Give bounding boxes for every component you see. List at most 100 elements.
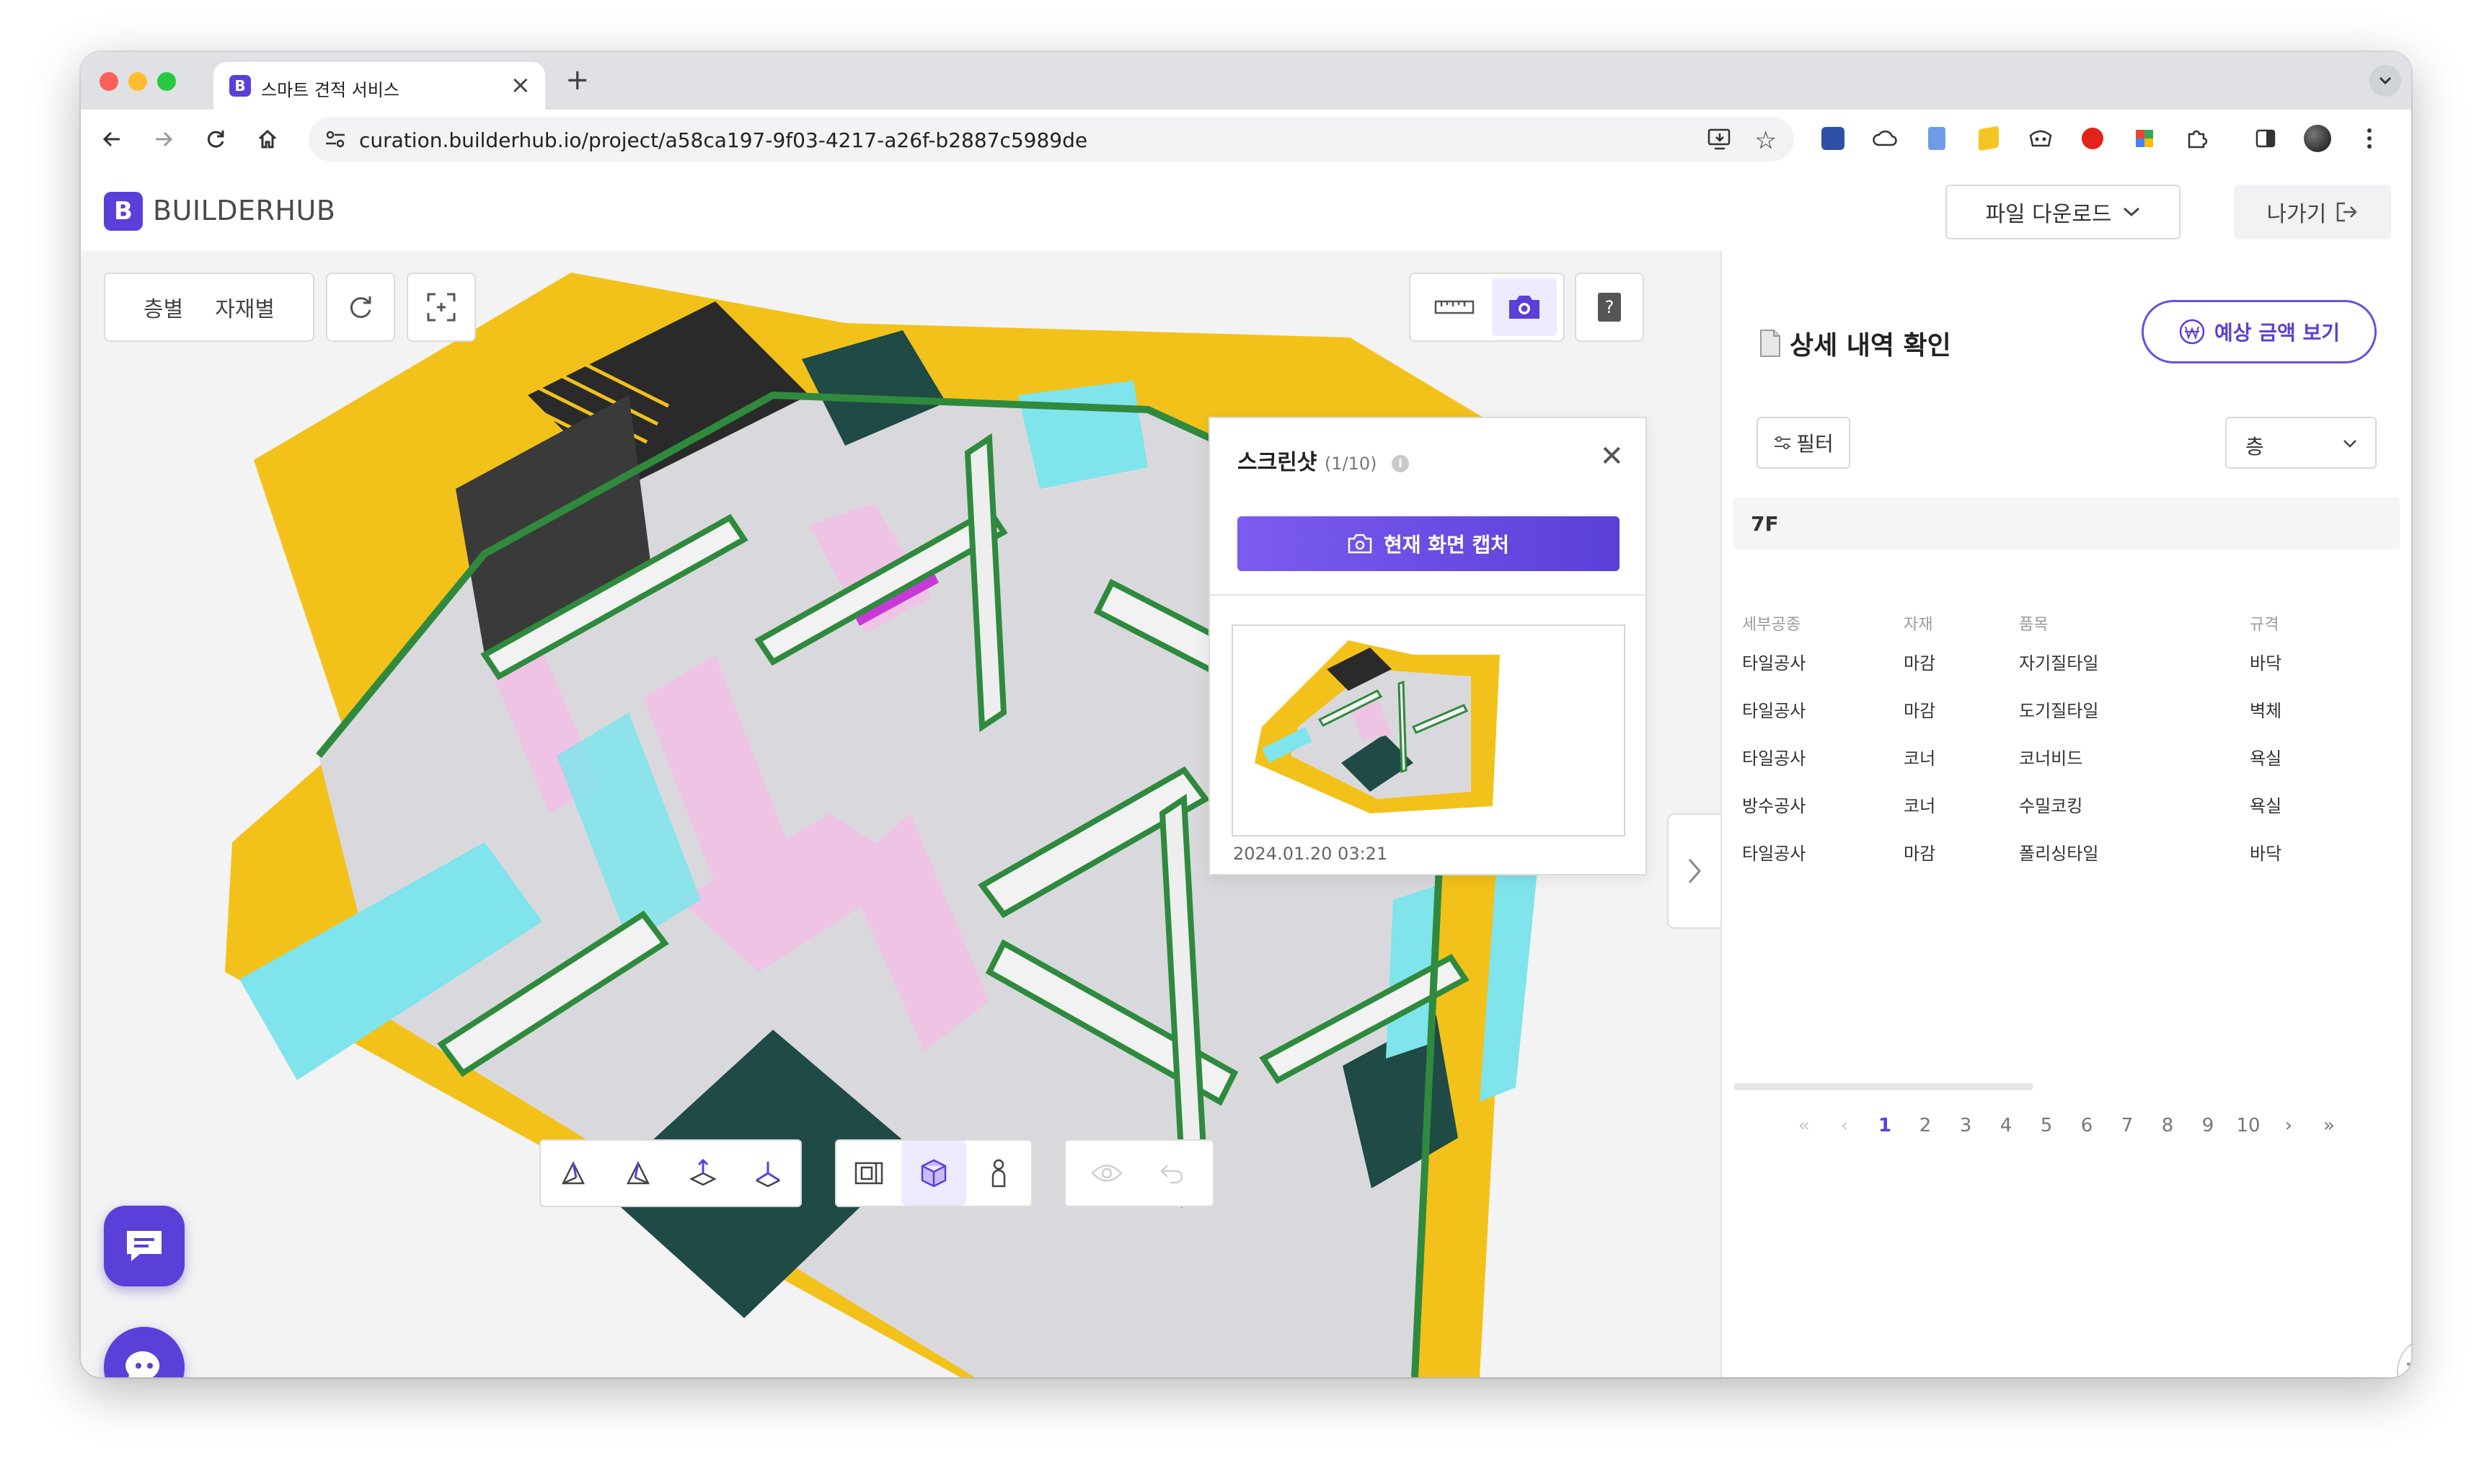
page-9-button[interactable]: 9	[2188, 1115, 2228, 1136]
bookmark-star-icon[interactable]: ☆	[1755, 126, 1777, 155]
measure-capture-group	[1409, 273, 1565, 342]
ruler-button[interactable]	[1417, 275, 1492, 340]
extension-7-icon[interactable]	[2130, 124, 2159, 153]
site-info-icon[interactable]	[324, 129, 346, 152]
page-5-button[interactable]: 5	[2026, 1115, 2067, 1136]
detail-title: 상세 내역 확인	[1758, 324, 1951, 362]
extension-3-icon[interactable]	[1922, 124, 1951, 153]
app-header: B BUILDERHUB 파일 다운로드 나가기	[81, 170, 2411, 252]
last-page-button[interactable]: »	[2309, 1115, 2349, 1136]
page-10-button[interactable]: 10	[2228, 1115, 2268, 1136]
filter-button[interactable]: 필터	[1757, 417, 1850, 469]
next-page-button[interactable]: ›	[2268, 1115, 2309, 1136]
extension-4-icon[interactable]	[1974, 124, 2003, 153]
horizontal-scrollbar[interactable]	[1733, 1083, 2033, 1090]
floor-select[interactable]: 층	[2225, 417, 2377, 469]
table-cell: 자기질타일	[2019, 653, 2099, 673]
floor-select-value: 층	[2245, 435, 2264, 459]
filter-label: 필터	[1796, 432, 1834, 456]
column-header: 규격	[2250, 616, 2279, 634]
file-download-button[interactable]: 파일 다운로드	[1945, 185, 2180, 239]
view-right-icon[interactable]	[606, 1141, 671, 1206]
browser-tab[interactable]: B 스마트 견적 서비스 ×	[213, 62, 545, 110]
chevron-down-icon	[2343, 440, 2356, 448]
solid-view-icon[interactable]	[901, 1141, 966, 1206]
eye-icon[interactable]	[1074, 1141, 1139, 1206]
profile-avatar-icon[interactable]	[2303, 124, 2332, 153]
table-cell: 벽체	[2250, 700, 2282, 721]
first-page-button[interactable]: «	[1784, 1115, 1824, 1136]
view-left-icon[interactable]	[541, 1141, 606, 1206]
undo-icon[interactable]	[1139, 1141, 1204, 1206]
page-7-button[interactable]: 7	[2107, 1115, 2147, 1136]
page-1-button[interactable]: 1	[1865, 1115, 1905, 1136]
table-row[interactable]: 타일공사 마감 자기질타일 바닥	[1742, 637, 2380, 685]
cloud-extension-icon[interactable]	[1870, 124, 1899, 153]
detail-panel: 상세 내역 확인 예상 금액 보기 필터 층 7F 세부공종 자재 품목 규격 …	[1720, 251, 2411, 1377]
extension-5-icon[interactable]	[2026, 124, 2055, 153]
floor-group-header[interactable]: 7F	[1733, 498, 2400, 549]
page-3-button[interactable]: 3	[1945, 1115, 1986, 1136]
table-cell: 폴리싱타일	[2019, 843, 2099, 864]
exit-button[interactable]: 나가기	[2234, 185, 2391, 239]
screenshot-thumbnail[interactable]	[1232, 624, 1625, 836]
table-cell: 코너	[1904, 795, 1936, 816]
section-view-icon[interactable]	[836, 1141, 901, 1206]
prev-page-button[interactable]: ‹	[1824, 1115, 1865, 1136]
minimize-window-button[interactable]	[128, 72, 147, 91]
tab-search-icon[interactable]	[2369, 65, 2401, 97]
logo-text: BUILDERHUB	[153, 195, 336, 226]
camera-button[interactable]	[1492, 278, 1557, 336]
extension-6-icon[interactable]	[2078, 124, 2107, 153]
floor-label: 7F	[1751, 512, 1779, 536]
extensions-puzzle-icon[interactable]	[2182, 124, 2211, 153]
new-tab-icon[interactable]: +	[565, 63, 590, 97]
address-bar[interactable]: curation.builderhub.io/project/a58ca197-…	[309, 117, 1794, 162]
install-app-icon[interactable]	[1707, 128, 1732, 154]
chat-button[interactable]	[104, 1206, 185, 1286]
reload-icon[interactable]	[199, 123, 232, 156]
panel-toggle-button[interactable]	[1667, 813, 1720, 929]
forward-icon[interactable]	[147, 123, 180, 156]
estimate-price-button[interactable]: 예상 금액 보기	[2142, 300, 2377, 363]
tab-by-material[interactable]: 자재별	[215, 291, 275, 323]
view-iso-icon[interactable]	[735, 1141, 800, 1206]
camera-icon	[1509, 296, 1539, 319]
page-4-button[interactable]: 4	[1986, 1115, 2026, 1136]
capture-screen-button[interactable]: 현재 화면 캡처	[1237, 516, 1620, 571]
table-cell: 바닥	[2250, 843, 2282, 864]
table-row[interactable]: 타일공사 마감 폴리싱타일 바닥	[1742, 828, 2380, 875]
table-cell: 도기질타일	[2019, 700, 2099, 721]
page-6-button[interactable]: 6	[2067, 1115, 2107, 1136]
home-icon[interactable]	[251, 123, 284, 156]
table-row[interactable]: 방수공사 코너 수밀코킹 욕실	[1742, 780, 2380, 828]
browser-menu-icon[interactable]	[2355, 124, 2384, 153]
zoom-window-button[interactable]	[157, 72, 176, 91]
tab-title: 스마트 견적 서비스	[261, 80, 399, 100]
side-panel-icon[interactable]	[2251, 124, 2280, 153]
tab-by-floor[interactable]: 층별	[143, 291, 183, 323]
walk-view-icon[interactable]	[966, 1141, 1031, 1206]
estimate-price-label: 예상 금액 보기	[2214, 321, 2341, 345]
extension-1-icon[interactable]	[1819, 124, 1847, 153]
page-2-button[interactable]: 2	[1905, 1115, 1945, 1136]
visibility-toolbar	[1064, 1139, 1214, 1207]
column-header: 품목	[2019, 616, 2049, 634]
thumbnail-date: 2024.01.20 03:21	[1233, 844, 1388, 864]
table-cell: 방수공사	[1742, 795, 1806, 816]
help-button[interactable]: ?	[1575, 273, 1644, 342]
view-top-icon[interactable]	[671, 1141, 735, 1206]
table-row[interactable]: 타일공사 코너 코너비드 욕실	[1742, 733, 2380, 780]
table-row[interactable]: 타일공사 마감 도기질타일 벽체	[1742, 685, 2380, 733]
column-header: 자재	[1904, 616, 1933, 634]
close-window-button[interactable]	[100, 72, 118, 91]
focus-button[interactable]	[407, 273, 476, 342]
table-cell: 마감	[1904, 653, 1936, 673]
page-8-button[interactable]: 8	[2147, 1115, 2188, 1136]
panel-divider	[1210, 594, 1645, 596]
model-viewer[interactable]: 층별 자재별 ? 스크린샷 (1/10) i ✕ 현재 화면 캡처 2024.0…	[81, 251, 1720, 1377]
close-icon[interactable]: ✕	[1599, 440, 1624, 473]
tab-close-icon[interactable]: ×	[511, 71, 531, 100]
refresh-button[interactable]	[326, 273, 395, 342]
back-icon[interactable]	[95, 123, 128, 156]
